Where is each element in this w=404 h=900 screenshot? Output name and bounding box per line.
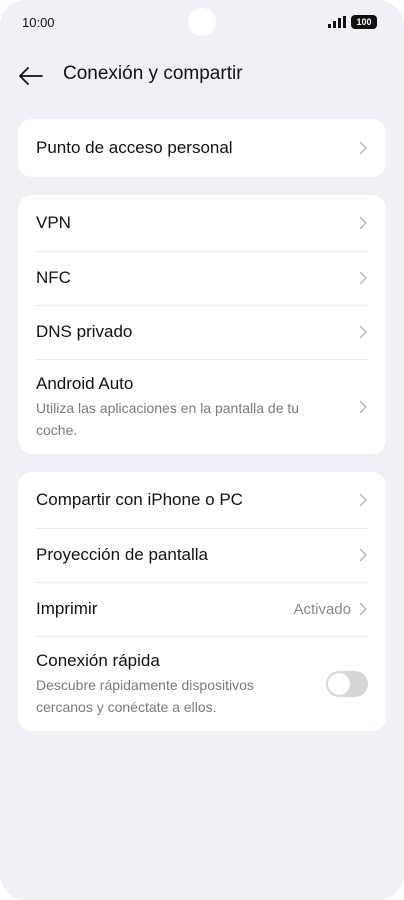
- print-label: Imprimir: [36, 599, 98, 618]
- share-iphone-pc-row[interactable]: Compartir con iPhone o PC: [18, 472, 386, 528]
- divider: [36, 359, 368, 360]
- android-auto-description: Utiliza las aplicaciones en la pantalla …: [36, 400, 300, 438]
- quick-connect-row: Conexión rápida Descubre rápidamente dis…: [18, 636, 386, 731]
- nfc-row[interactable]: NFC: [18, 251, 386, 305]
- status-time: 10:00: [22, 15, 55, 30]
- page-title: Conexión y compartir: [63, 63, 243, 84]
- chevron-right-icon: [359, 548, 367, 562]
- settings-group-connections: VPN NFC DNS privado Android Auto Utiliza…: [18, 195, 386, 454]
- status-bar: 10:00 100: [0, 0, 404, 48]
- arrow-left-icon: [19, 67, 43, 85]
- chevron-right-icon: [359, 493, 367, 507]
- signal-icon: [328, 16, 346, 28]
- divider: [36, 305, 368, 306]
- screen: 10:00 100 Conexión y compartir Punto de …: [0, 0, 404, 900]
- quick-connect-description: Descubre rápidamente dispositivos cercan…: [36, 677, 254, 715]
- quick-connect-label: Conexión rápida: [36, 651, 160, 670]
- android-auto-label: Android Auto: [36, 374, 134, 393]
- print-row[interactable]: Imprimir Activado: [18, 582, 386, 636]
- chevron-right-icon: [359, 216, 367, 230]
- chevron-right-icon: [359, 325, 367, 339]
- nfc-label: NFC: [36, 268, 71, 287]
- chevron-right-icon: [359, 141, 367, 155]
- vpn-row[interactable]: VPN: [18, 195, 386, 251]
- hotspot-row[interactable]: Punto de acceso personal: [18, 119, 386, 177]
- private-dns-row[interactable]: DNS privado: [18, 305, 386, 359]
- settings-group-sharing: Compartir con iPhone o PC Proyección de …: [18, 472, 386, 731]
- screen-projection-label: Proyección de pantalla: [36, 545, 209, 564]
- vpn-label: VPN: [36, 213, 71, 232]
- divider: [36, 582, 368, 583]
- camera-cutout: [188, 8, 216, 36]
- chevron-right-icon: [359, 602, 367, 616]
- chevron-right-icon: [359, 271, 367, 285]
- toggle-knob: [328, 672, 350, 695]
- divider: [36, 251, 368, 252]
- quick-connect-toggle[interactable]: [326, 670, 368, 697]
- battery-level: 100: [356, 17, 372, 27]
- chevron-right-icon: [359, 400, 367, 413]
- settings-group-hotspot: Punto de acceso personal: [18, 119, 386, 177]
- android-auto-row[interactable]: Android Auto Utiliza las aplicaciones en…: [18, 359, 386, 454]
- private-dns-label: DNS privado: [36, 322, 133, 341]
- share-iphone-pc-label: Compartir con iPhone o PC: [36, 490, 243, 509]
- print-status-value: Activado: [293, 600, 351, 618]
- hotspot-label: Punto de acceso personal: [36, 138, 233, 157]
- back-button[interactable]: [16, 62, 46, 90]
- divider: [36, 528, 368, 529]
- battery-icon: 100: [351, 15, 377, 29]
- divider: [36, 636, 368, 637]
- screen-projection-row[interactable]: Proyección de pantalla: [18, 528, 386, 582]
